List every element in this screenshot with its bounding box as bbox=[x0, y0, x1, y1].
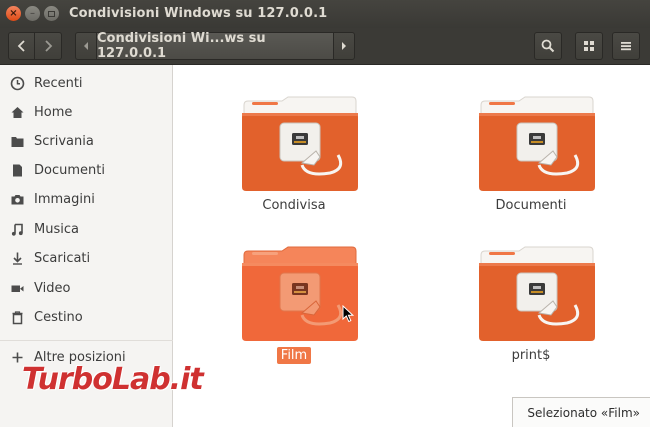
plus-icon bbox=[9, 350, 25, 366]
sidebar-item-label: Scaricati bbox=[34, 251, 91, 266]
sidebar-item-other-locations[interactable]: Altre posizioni bbox=[0, 343, 173, 372]
sidebar-item-label: Immagini bbox=[34, 192, 95, 207]
grid-icon bbox=[584, 41, 594, 51]
document-icon bbox=[9, 163, 25, 179]
sidebar-item-cestino[interactable]: Cestino bbox=[0, 303, 173, 332]
camera-icon bbox=[9, 192, 25, 208]
folder-item[interactable]: Condivisa bbox=[224, 95, 364, 235]
triangle-left-icon bbox=[84, 42, 88, 50]
folder-item[interactable]: print$ bbox=[461, 245, 601, 385]
header-toolbar: Condivisioni Wi...ws su 127.0.0.1 bbox=[0, 28, 650, 65]
file-manager-window: × – Condivisioni Windows su 127.0.0.1 Co… bbox=[0, 0, 650, 427]
close-icon: × bbox=[9, 7, 18, 19]
music-icon bbox=[9, 222, 25, 238]
forward-button[interactable] bbox=[34, 32, 62, 60]
sidebar-item-video[interactable]: Video bbox=[0, 274, 173, 303]
back-button[interactable] bbox=[8, 32, 35, 60]
sidebar-item-scaricati[interactable]: Scaricati bbox=[0, 244, 173, 273]
folder-label: Film bbox=[224, 347, 364, 364]
video-icon bbox=[9, 281, 25, 297]
trash-icon bbox=[9, 310, 25, 326]
network-share-folder-icon bbox=[479, 246, 595, 341]
folder-item-selected[interactable]: Film bbox=[224, 245, 364, 385]
maximize-window-button[interactable] bbox=[44, 6, 59, 21]
folder-label: Documenti bbox=[495, 198, 567, 213]
minimize-icon: – bbox=[30, 7, 35, 19]
sidebar-item-label: Musica bbox=[34, 222, 79, 237]
hamburger-menu-icon bbox=[621, 42, 631, 51]
triangle-right-icon bbox=[342, 42, 346, 50]
maximize-icon bbox=[48, 10, 55, 17]
path-scroll-left-button[interactable] bbox=[75, 32, 97, 60]
desktop-folder-icon bbox=[9, 134, 25, 150]
sidebar-item-recenti[interactable]: Recenti bbox=[0, 69, 173, 98]
path-scroll-right-button[interactable] bbox=[333, 32, 355, 60]
menu-button[interactable] bbox=[612, 32, 640, 60]
sidebar-item-label: Altre posizioni bbox=[34, 350, 126, 365]
window-title: Condivisioni Windows su 127.0.0.1 bbox=[69, 6, 328, 21]
path-bar-current[interactable]: Condivisioni Wi...ws su 127.0.0.1 bbox=[96, 31, 334, 61]
sidebar-item-label: Video bbox=[34, 281, 71, 296]
sidebar-divider bbox=[0, 340, 173, 341]
network-share-folder-icon bbox=[479, 96, 595, 191]
selection-status: Selezionato «Film» bbox=[512, 397, 650, 427]
folder-label: Condivisa bbox=[262, 198, 326, 213]
sidebar-item-label: Home bbox=[34, 105, 73, 120]
sidebar-item-documenti[interactable]: Documenti bbox=[0, 156, 173, 185]
sidebar: Recenti Home Scrivania Documenti Immagin… bbox=[0, 65, 173, 427]
sidebar-item-musica[interactable]: Musica bbox=[0, 215, 173, 244]
download-icon bbox=[9, 251, 25, 267]
chevron-right-icon bbox=[45, 40, 53, 52]
mouse-cursor-icon bbox=[342, 305, 354, 323]
clock-icon bbox=[9, 76, 25, 92]
chevron-left-icon bbox=[17, 40, 25, 52]
folder-label: print$ bbox=[511, 348, 551, 363]
search-icon bbox=[541, 39, 555, 53]
title-bar: × – Condivisioni Windows su 127.0.0.1 bbox=[0, 0, 650, 28]
view-toggle-button[interactable] bbox=[575, 32, 603, 60]
close-window-button[interactable]: × bbox=[6, 6, 21, 21]
minimize-window-button[interactable]: – bbox=[25, 6, 40, 21]
sidebar-item-scrivania[interactable]: Scrivania bbox=[0, 127, 173, 156]
folder-item[interactable]: Documenti bbox=[461, 95, 601, 235]
sidebar-item-label: Scrivania bbox=[34, 134, 94, 149]
network-share-folder-icon bbox=[242, 246, 358, 341]
sidebar-item-immagini[interactable]: Immagini bbox=[0, 185, 173, 214]
file-view: Condivisa Documenti Film print$ bbox=[174, 65, 650, 427]
home-icon bbox=[9, 105, 25, 121]
sidebar-item-label: Cestino bbox=[34, 310, 83, 325]
path-label: Condivisioni Wi...ws su 127.0.0.1 bbox=[97, 31, 266, 61]
sidebar-item-label: Recenti bbox=[34, 76, 83, 91]
network-share-folder-icon bbox=[242, 96, 358, 191]
sidebar-item-home[interactable]: Home bbox=[0, 98, 173, 127]
sidebar-item-label: Documenti bbox=[34, 163, 105, 178]
search-button[interactable] bbox=[534, 32, 562, 60]
